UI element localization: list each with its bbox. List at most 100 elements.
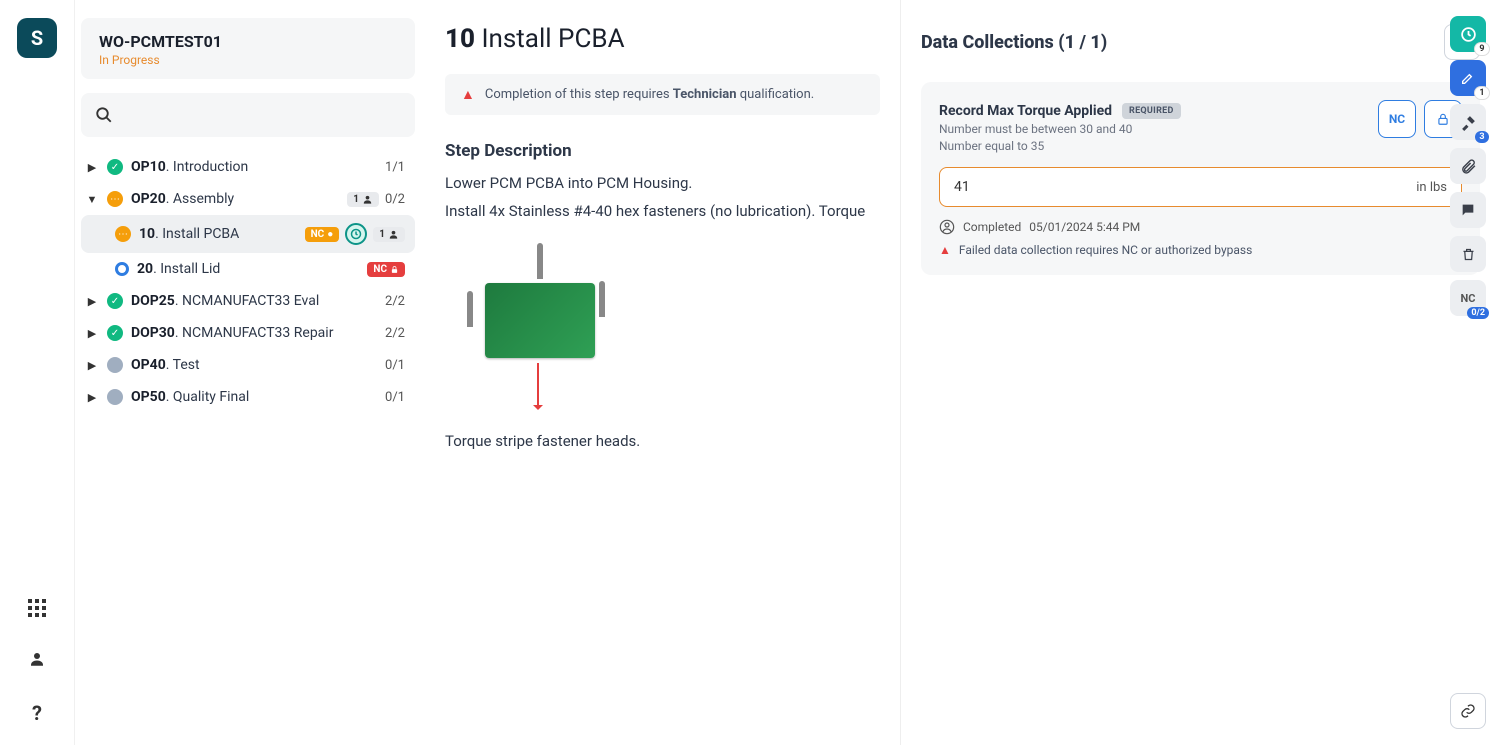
chevron-down-icon[interactable]: ▼ <box>85 193 99 206</box>
tree-row-op50[interactable]: ▶ OP50. Quality Final 0/1 <box>81 381 415 413</box>
nc-button[interactable]: NC <box>1378 100 1416 138</box>
banner-text: Completion of this step requires Technic… <box>485 87 814 102</box>
tools-button[interactable]: 3 <box>1450 104 1486 140</box>
user-circle-icon <box>939 219 955 235</box>
tree-row-op20[interactable]: ▼ ⋯ OP20. Assembly 1 0/2 <box>81 183 415 215</box>
nc-lock-badge: NC <box>367 262 405 277</box>
tree-row-op40[interactable]: ▶ OP40. Test 0/1 <box>81 349 415 381</box>
chevron-right-icon[interactable]: ▶ <box>85 391 99 404</box>
link-icon <box>1460 703 1476 719</box>
badge-group: NC ● 1 <box>305 223 405 245</box>
chevron-right-icon[interactable]: ▶ <box>85 327 99 340</box>
attachments-button[interactable] <box>1450 148 1486 184</box>
qualification-banner: ▲ Completion of this step requires Techn… <box>445 74 880 115</box>
tree-label: OP10. Introduction <box>131 159 377 175</box>
status-dot-complete: ✓ <box>107 325 123 341</box>
person-badge: 1 <box>373 227 405 242</box>
work-order-card[interactable]: WO-PCMTEST01 In Progress <box>81 18 415 79</box>
required-pill: REQUIRED <box>1122 103 1181 119</box>
paperclip-icon <box>1460 158 1477 175</box>
user-icon[interactable] <box>28 650 46 673</box>
step-title: 10 Install PCBA <box>445 24 880 54</box>
nav-panel: WO-PCMTEST01 In Progress ▶ ✓ OP10. Intro… <box>75 0 425 745</box>
data-collection-card: Record Max Torque Applied REQUIRED Numbe… <box>921 82 1480 275</box>
dc-fail-message: ▲ Failed data collection requires NC or … <box>939 243 1462 257</box>
logo-letter: S <box>31 26 43 50</box>
status-dot-inprogress: ⋯ <box>107 191 123 207</box>
work-order-id: WO-PCMTEST01 <box>99 32 397 51</box>
comment-icon <box>1460 202 1476 218</box>
clock-icon <box>1460 26 1477 43</box>
step-description-line: Install 4x Stainless #4-40 hex fasteners… <box>445 199 880 223</box>
panel-title: Data Collections (1 / 1) <box>921 32 1107 53</box>
search-input[interactable] <box>81 93 415 137</box>
trash-icon <box>1461 247 1476 262</box>
tree-count: 2/2 <box>385 294 405 309</box>
dc-unit: in lbs <box>1416 180 1447 195</box>
copy-link-button[interactable] <box>1450 693 1486 729</box>
main-content: 10 Install PCBA ▲ Completion of this ste… <box>425 0 900 745</box>
apps-icon[interactable] <box>28 599 46 622</box>
status-dot-complete: ✓ <box>107 293 123 309</box>
nc-label: NC <box>1461 292 1476 305</box>
warning-icon: ▲ <box>461 86 475 103</box>
edit-button[interactable]: 1 <box>1450 60 1486 96</box>
warning-icon: ▲ <box>939 243 951 257</box>
edit-badge: 1 <box>1475 87 1489 99</box>
edit-icon <box>1460 70 1476 86</box>
data-collections-panel: Data Collections (1 / 1) Record Max Torq… <box>900 0 1500 745</box>
timer-badge: 9 <box>1475 43 1489 55</box>
tree-row-step10[interactable]: ⋯ 10. Install PCBA NC ● 1 <box>81 215 415 253</box>
delete-button[interactable] <box>1450 236 1486 272</box>
tree-row-dop25[interactable]: ▶ ✓ DOP25. NCMANUFACT33 Eval 2/2 <box>81 285 415 317</box>
status-dot-inprogress: ⋯ <box>115 226 131 242</box>
dc-value: 41 <box>954 179 970 195</box>
tree-label: OP50. Quality Final <box>131 389 377 405</box>
app-logo[interactable]: S <box>17 18 57 58</box>
dc-name: Record Max Torque Applied <box>939 103 1112 119</box>
nc-summary-button[interactable]: NC 0/2 <box>1450 280 1486 316</box>
tree-count: 0/1 <box>385 390 405 405</box>
chevron-right-icon[interactable]: ▶ <box>85 161 99 174</box>
tree-label: OP20. Assembly <box>131 191 339 207</box>
timer-button[interactable]: 9 <box>1450 16 1486 52</box>
dc-rule: Number must be between 30 and 40 <box>939 122 1368 136</box>
tree-count: 0/2 <box>385 192 405 207</box>
badge-group: 1 0/2 <box>347 192 405 207</box>
chevron-right-icon[interactable]: ▶ <box>85 295 99 308</box>
status-dot-complete: ✓ <box>107 159 123 175</box>
clock-badge <box>345 223 367 245</box>
badge-group: NC <box>367 262 405 277</box>
dc-rule: Number equal to 35 <box>939 139 1368 153</box>
search-icon <box>95 106 113 124</box>
step-description-line: Torque stripe fastener heads. <box>445 429 880 453</box>
work-order-status: In Progress <box>99 53 397 67</box>
tree-count: 0/1 <box>385 358 405 373</box>
dc-value-input[interactable]: 41 in lbs <box>939 167 1462 207</box>
tree-label: DOP30. NCMANUFACT33 Repair <box>131 325 377 341</box>
person-badge: 1 <box>347 192 379 207</box>
lock-icon <box>1436 112 1450 126</box>
tools-icon <box>1460 114 1477 131</box>
step-description-line: Lower PCM PCBA into PCM Housing. <box>445 171 880 195</box>
tree-label: 10. Install PCBA <box>139 226 297 242</box>
nc-count-badge: 0/2 <box>1467 307 1489 319</box>
chevron-right-icon[interactable]: ▶ <box>85 359 99 372</box>
panel-header: Data Collections (1 / 1) <box>921 24 1480 60</box>
tree-row-op10[interactable]: ▶ ✓ OP10. Introduction 1/1 <box>81 151 415 183</box>
tools-badge: 3 <box>1475 131 1489 143</box>
help-icon[interactable]: ? <box>32 701 42 725</box>
status-dot-notstarted <box>107 389 123 405</box>
dc-completed-meta: Completed 05/01/2024 5:44 PM <box>939 219 1462 235</box>
status-dot-pending <box>115 262 129 276</box>
tree-label: DOP25. NCMANUFACT33 Eval <box>131 293 377 309</box>
tree-label: OP40. Test <box>131 357 377 373</box>
tree-row-step20[interactable]: 20. Install Lid NC <box>81 253 415 285</box>
step-image <box>465 233 615 413</box>
tree-row-dop30[interactable]: ▶ ✓ DOP30. NCMANUFACT33 Repair 2/2 <box>81 317 415 349</box>
operation-tree: ▶ ✓ OP10. Introduction 1/1 ▼ ⋯ OP20. Ass… <box>81 151 415 413</box>
comments-button[interactable] <box>1450 192 1486 228</box>
step-description-heading: Step Description <box>445 141 880 161</box>
nc-badge: NC ● <box>305 227 340 242</box>
status-dot-notstarted <box>107 357 123 373</box>
